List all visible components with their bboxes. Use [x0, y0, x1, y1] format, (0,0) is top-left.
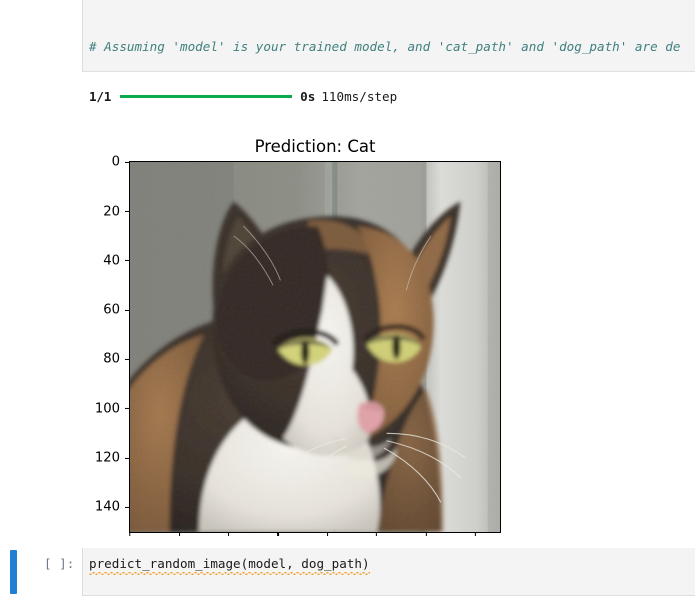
- y-tick-label: 0: [112, 155, 129, 170]
- y-tick-label: 100: [95, 401, 129, 416]
- y-tick-label: 140: [95, 500, 129, 515]
- y-tick-label: 60: [103, 303, 129, 318]
- progress-count: 1/1: [89, 88, 112, 104]
- progress-bar: [120, 94, 293, 98]
- x-tick-label: 20: [171, 532, 188, 540]
- x-tick-label: 100: [364, 532, 389, 540]
- image-axes: [129, 161, 501, 533]
- cat-photo-image: [130, 162, 500, 532]
- cell-selection-indicator: [10, 550, 17, 594]
- y-tick-label: 40: [103, 253, 129, 268]
- code-cell-input-executed[interactable]: # Assuming 'model' is your trained model…: [82, 0, 695, 72]
- y-tick-label: 120: [95, 451, 129, 466]
- x-tick-label: 40: [220, 532, 237, 540]
- execution-count-prompt: [ ]:: [44, 556, 75, 571]
- y-tick-label: 20: [103, 204, 129, 219]
- matplotlib-figure: Prediction: Cat 0 20 40 60 80 100 120 14…: [82, 103, 562, 533]
- figure-title: Prediction: Cat: [254, 137, 376, 156]
- x-tick-label: 120: [413, 532, 438, 540]
- x-tick-label: 80: [319, 532, 336, 540]
- code-line-comment-1: # Assuming 'model' is your trained model…: [89, 39, 681, 54]
- progress-rate: 110ms/step: [321, 88, 398, 104]
- notebook-cell-selected[interactable]: [ ]: predict_random_image(model, dog_pat…: [0, 540, 695, 604]
- cell-output-area: 1/1 0s 110ms/step Prediction: Cat 0 20 4…: [82, 74, 695, 540]
- code-editor-top[interactable]: # Assuming 'model' is your trained model…: [83, 0, 695, 71]
- progress-elapsed: 0s: [300, 88, 316, 104]
- x-tick-label: 60: [270, 532, 287, 540]
- y-tick-label: 80: [103, 352, 129, 367]
- x-tick-label: 0: [126, 532, 134, 540]
- code-cell-input-selected[interactable]: predict_random_image(model, dog_path): [82, 548, 695, 596]
- x-tick-label: 140: [463, 532, 488, 540]
- code-editor-bottom[interactable]: predict_random_image(model, dog_path): [83, 548, 695, 575]
- code-line-call-dog: predict_random_image(model, dog_path): [89, 556, 370, 575]
